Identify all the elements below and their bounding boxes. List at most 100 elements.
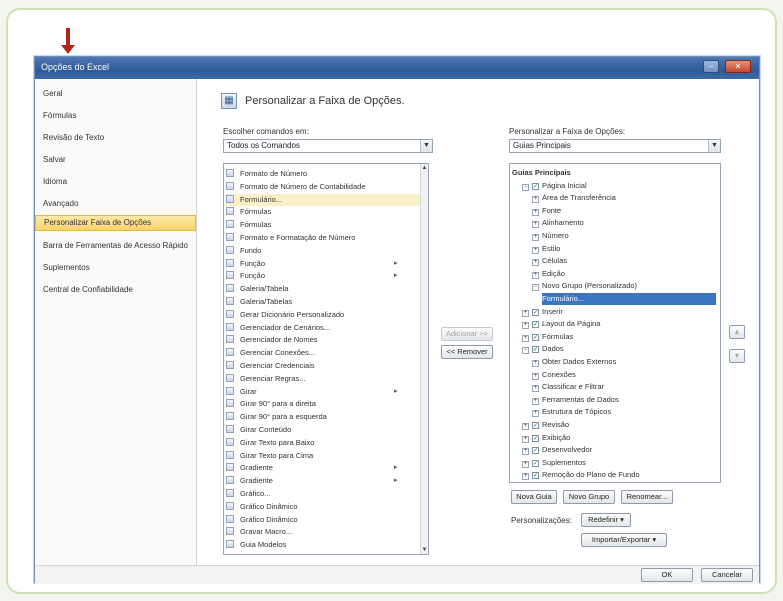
expand-icon[interactable]: + (532, 372, 539, 380)
reset-dropdown-button[interactable]: Redefinir ▾ (581, 513, 631, 527)
command-item[interactable]: Função ▸ (226, 258, 420, 270)
expand-icon[interactable]: + (532, 196, 539, 204)
expand-icon[interactable]: + (532, 385, 539, 393)
tree-item[interactable]: − ✓ Página Inicial (522, 180, 587, 192)
command-item[interactable]: Girar Conteúdo (226, 424, 420, 436)
expand-icon[interactable]: + (532, 259, 539, 267)
expand-icon[interactable]: + (522, 423, 529, 430)
expand-icon[interactable]: + (522, 322, 529, 330)
command-item[interactable]: Girar 90° para a esquerda (226, 411, 420, 423)
command-item[interactable]: Gerenciador de Nomes (226, 334, 420, 346)
tree-item[interactable]: + Fonte (532, 205, 561, 217)
tree-item[interactable]: + Estrutura de Tópicos (532, 406, 611, 418)
add-button[interactable]: Adicionar >> (441, 327, 493, 341)
move-up-button[interactable]: ▲ (729, 325, 745, 339)
checkbox-icon[interactable]: ✓ (532, 182, 539, 190)
expand-icon[interactable]: + (532, 221, 539, 229)
sidebar-item-save[interactable]: Salvar (43, 153, 193, 167)
command-item[interactable]: Função ▸ (226, 270, 420, 282)
tree-item[interactable]: + Obter Dados Externos (532, 356, 616, 368)
sidebar-item-proofing[interactable]: Revisão de Texto (43, 131, 193, 145)
tree-item[interactable]: + ✓ Exibição (522, 432, 570, 444)
tree-item[interactable]: + ✓ Desenvolvedor (522, 444, 592, 456)
checkbox-icon[interactable]: ✓ (532, 434, 539, 442)
expand-icon[interactable]: + (522, 435, 529, 443)
cancel-button[interactable]: Cancelar (701, 568, 753, 582)
command-item[interactable]: Gerenciar Credenciais (226, 360, 420, 372)
checkbox-icon[interactable]: ✓ (532, 422, 539, 429)
expand-icon[interactable]: + (532, 208, 539, 216)
tree-item[interactable]: + Ferramentas de Dados (532, 394, 619, 406)
expand-icon[interactable]: + (522, 334, 529, 342)
close-icon[interactable]: ✕ (725, 60, 751, 73)
command-item[interactable]: Girar Texto para Baixo (226, 437, 420, 449)
tree-item[interactable]: + Alinhamento (532, 217, 584, 229)
tree-item[interactable]: + ✓ Remoção do Plano de Fundo (522, 469, 640, 481)
ribbon-tabs-tree[interactable]: Guias Principais − ✓ Página Inicial + Área de… (509, 163, 721, 483)
expand-icon[interactable]: + (532, 246, 539, 254)
checkbox-icon[interactable]: ✓ (532, 459, 539, 467)
expand-icon[interactable]: + (532, 410, 539, 418)
tree-item[interactable]: + Edição (532, 268, 565, 280)
tree-item[interactable]: + ✓ Layout da Página (522, 318, 600, 330)
expand-icon[interactable]: + (532, 234, 539, 241)
command-item[interactable]: Gerenciar Regras... (226, 373, 420, 385)
command-item[interactable]: Gerar Dicionário Personalizado (226, 309, 420, 321)
command-item[interactable]: Galeria/Tabelas (226, 296, 420, 308)
checkbox-icon[interactable]: ✓ (532, 321, 539, 329)
command-item[interactable]: Galeria/Tabela (226, 283, 420, 295)
new-tab-button[interactable]: Nova Guia (511, 490, 557, 504)
tree-item[interactable]: + ✓ Suplementos (522, 457, 586, 469)
import-export-dropdown-button[interactable]: Importar/Exportar ▾ (581, 533, 667, 547)
command-item[interactable]: Fórmulas (226, 206, 420, 218)
command-item[interactable]: Fundo (226, 245, 420, 257)
checkbox-icon[interactable]: ✓ (532, 472, 539, 480)
command-item[interactable]: Gradiente ▸ (226, 462, 420, 474)
collapse-icon[interactable]: − (532, 284, 539, 292)
sidebar-item-quick-access-toolbar[interactable]: Barra de Ferramentas de Acesso Rápido (43, 239, 193, 253)
collapse-icon[interactable]: − (522, 347, 529, 355)
tree-item[interactable]: + Classificar e Filtrar (532, 381, 604, 393)
minimize-icon[interactable]: ‒ (703, 60, 719, 73)
command-item[interactable]: Gerenciar Conexões... (226, 347, 420, 359)
expand-icon[interactable]: + (522, 309, 529, 317)
sidebar-item-general[interactable]: Geral (43, 87, 193, 101)
tree-item[interactable]: Guias Principais (512, 167, 571, 179)
sidebar-item-formulas[interactable]: Fórmulas (43, 109, 193, 123)
sidebar-item-customize-ribbon[interactable]: Personalizar Faixa de Opções (35, 215, 196, 231)
command-item[interactable]: Formulário... (226, 193, 420, 206)
command-item[interactable]: Girar ▸ (226, 386, 420, 398)
move-down-button[interactable]: ▼ (729, 349, 745, 363)
command-item[interactable]: Formato de Número de Contabilidade (226, 181, 420, 193)
customize-ribbon-dropdown[interactable]: Guias Principais ▼ (509, 139, 721, 153)
command-item[interactable]: Gravar Macro... (226, 526, 420, 538)
chevron-down-icon[interactable]: ▼ (420, 140, 432, 152)
command-item[interactable]: Gradiente ▸ (226, 475, 420, 487)
expand-icon[interactable]: + (532, 360, 539, 367)
command-item[interactable]: Guia Modelos (226, 539, 420, 551)
command-item[interactable]: Formato e Formatação de Número (226, 232, 420, 244)
checkbox-icon[interactable]: ✓ (532, 346, 539, 354)
choose-commands-dropdown[interactable]: Todos os Comandos ▼ (223, 139, 433, 153)
expand-icon[interactable]: + (532, 397, 539, 405)
tree-item[interactable]: + Células (532, 255, 567, 267)
command-item[interactable]: Gráfico Dinâmico (226, 514, 420, 526)
new-group-button[interactable]: Novo Grupo (563, 490, 615, 504)
tree-item[interactable]: + ✓ Inserir (522, 306, 563, 318)
command-item[interactable]: Formato de Número (226, 168, 420, 180)
commands-list[interactable]: Formato de Número Formato de Número de Co… (223, 163, 429, 555)
scroll-up-icon[interactable]: ▲ (421, 164, 428, 172)
command-item[interactable]: Girar 90° para a direita (226, 398, 420, 410)
chevron-down-icon[interactable]: ▼ (708, 140, 720, 152)
ok-button[interactable]: OK (641, 568, 693, 582)
command-item[interactable]: Fórmulas (226, 219, 420, 231)
checkbox-icon[interactable]: ✓ (532, 447, 539, 455)
sidebar-item-advanced[interactable]: Avançado (43, 197, 193, 211)
tree-item[interactable]: − Novo Grupo (Personalizado) (532, 280, 637, 292)
rename-button[interactable]: Renomear... (621, 490, 673, 504)
commands-list-scrollbar[interactable]: ▲ ▼ (420, 164, 428, 554)
title-bar[interactable]: Opções do Excel ‒ ✕ (35, 57, 759, 79)
sidebar-item-add-ins[interactable]: Suplementos (43, 261, 193, 275)
tree-item[interactable]: + Número (532, 230, 569, 242)
expand-icon[interactable]: + (532, 271, 539, 279)
